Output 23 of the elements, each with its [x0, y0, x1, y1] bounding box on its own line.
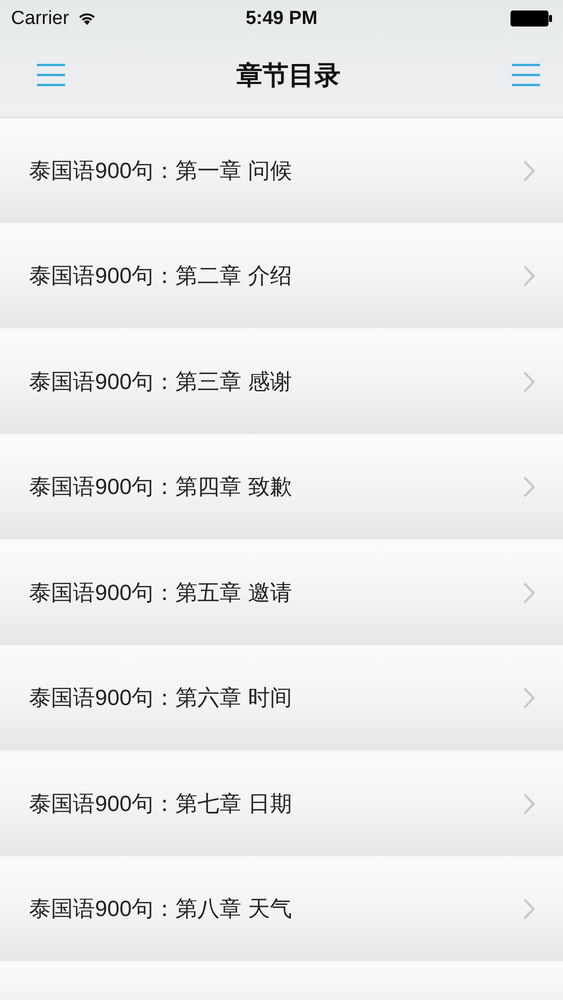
- chevron-icon: [523, 160, 535, 182]
- chapter-title: 泰国语900句：第五章 邀请: [29, 578, 292, 607]
- chevron-icon: [523, 370, 535, 393]
- chevron-icon: [523, 687, 535, 710]
- menu-icon[interactable]: [36, 63, 66, 87]
- wifi-icon: [77, 11, 98, 26]
- battery-icon: [510, 10, 552, 27]
- chapter-title: 泰国语900句：第八章 天气: [29, 895, 292, 924]
- chevron-icon: [523, 265, 535, 288]
- carrier-name: Carrier: [11, 8, 70, 30]
- chevron-icon: [523, 792, 535, 815]
- chapter-title: 泰国语900句：第四章 致歉: [29, 473, 292, 502]
- chevron-icon: [523, 582, 535, 604]
- chapter-title: 泰国语900句：第六章 时间: [29, 684, 292, 712]
- chevron-icon: [523, 898, 535, 920]
- chapter-title: 泰国语900句：第七章 日期: [29, 790, 292, 818]
- menu-icon[interactable]: [511, 63, 541, 87]
- page-title: 章节目录: [236, 58, 340, 92]
- status-time: 5:49 PM: [246, 8, 318, 30]
- chapter-title: 泰国语900句：第三章 感谢: [29, 368, 292, 396]
- chapter-title: 泰国语900句：第二章 介绍: [29, 262, 292, 290]
- chapter-title: 泰国语900句：第一章 问候: [29, 156, 292, 185]
- chevron-icon: [523, 476, 535, 498]
